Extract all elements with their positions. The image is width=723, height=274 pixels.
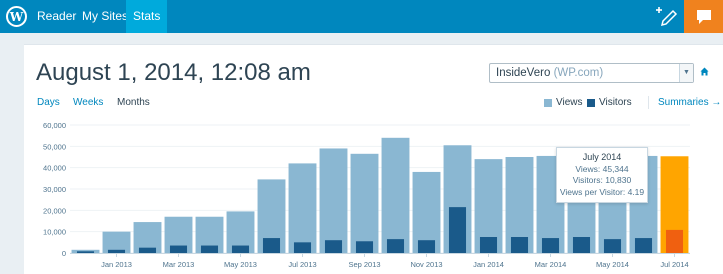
views-bar [288, 163, 317, 253]
views-bar [381, 137, 410, 253]
visitors-bar [200, 245, 219, 253]
tooltip-views: Views: 45,344 [575, 163, 629, 174]
visitors-bar [355, 241, 374, 253]
visitors-bar [138, 247, 157, 253]
visitors-bar [510, 237, 529, 253]
visitors-bar [76, 251, 95, 253]
tooltip-visitors: Visitors: 10,830 [572, 175, 632, 185]
y-tick-label: 20,000 [43, 206, 66, 215]
x-tick-label: May 2013 [224, 260, 257, 269]
x-tick-label: Mar 2013 [163, 260, 195, 269]
y-tick-label: 0 [62, 249, 66, 258]
x-tick-label: Sep 2013 [348, 260, 380, 269]
visitors-bar [107, 249, 126, 253]
views-bar [319, 148, 348, 253]
x-tick-label: Nov 2013 [410, 260, 442, 269]
visitors-bar [603, 239, 622, 253]
visitors-bar [293, 242, 312, 253]
x-tick-label: Jan 2014 [473, 260, 504, 269]
views-bar [350, 153, 379, 253]
visitors-bar [665, 229, 684, 253]
visitors-bar [417, 240, 436, 253]
visitors-bar [634, 238, 653, 253]
x-tick-label: Mar 2014 [535, 260, 567, 269]
visitors-bar [541, 238, 560, 253]
x-tick-label: Jan 2013 [101, 260, 132, 269]
chart-tooltip: July 2014 Views: 45,344 Visitors: 10,830… [556, 147, 648, 203]
y-tick-label: 10,000 [43, 228, 66, 237]
x-tick-label: May 2014 [596, 260, 629, 269]
y-tick-label: 40,000 [43, 164, 66, 173]
y-tick-label: 60,000 [43, 121, 66, 130]
visitors-bar [231, 245, 250, 253]
y-tick-label: 30,000 [43, 185, 66, 194]
visitors-bar [448, 207, 467, 253]
visitors-bar [572, 237, 591, 253]
y-tick-label: 50,000 [43, 142, 66, 151]
visitors-bar [262, 238, 281, 253]
tooltip-title: July 2014 [582, 152, 622, 162]
visitors-bar [386, 239, 405, 253]
stats-bar-chart: 0 10,000 20,000 30,000 40,000 50,000 60,000 Jan… [43, 121, 690, 269]
tooltip-views-per-visitor: Views per Visitor: 4.19 [559, 186, 645, 197]
x-tick-label: Jul 2013 [288, 260, 316, 269]
visitors-bar [479, 237, 498, 253]
visitors-bar [324, 240, 343, 253]
x-tick-label: Jul 2014 [660, 260, 688, 269]
visitors-bar [169, 245, 188, 253]
